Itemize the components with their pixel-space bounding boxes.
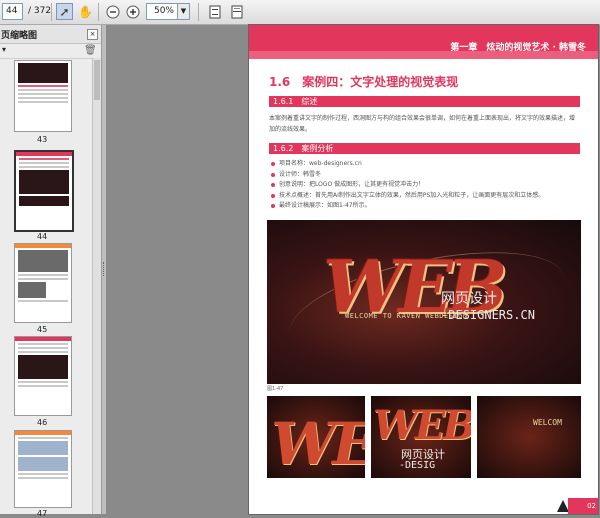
thumbnail-line: [18, 385, 68, 387]
thumbnail-page-47[interactable]: [14, 430, 72, 508]
thumbnail-line: [19, 162, 69, 164]
thumbnails-panel: 页缩略图 × ▾ 🗑 43 44 45 46 47: [0, 25, 102, 518]
hand-icon: ✋: [78, 4, 93, 19]
zoom-dropdown-button[interactable]: ▼: [178, 3, 190, 20]
thumbnail-line: [18, 351, 68, 353]
chevron-down-icon: ▼: [180, 7, 187, 15]
thumbnail-image: [18, 282, 46, 298]
thumbnail-label: 46: [37, 418, 48, 427]
bullet-list: 项目名称：web-designers.cn 设计师：韩雪冬 创意说明：把LOGO…: [271, 159, 571, 212]
thumbnail-line: [18, 437, 68, 439]
thumbnail-line: [18, 278, 68, 280]
detail-logo-text: WEB: [271, 410, 365, 478]
zoom-in-icon: [126, 5, 139, 18]
options-dropdown[interactable]: ▾: [2, 45, 6, 54]
list-item: 创意说明：把LOGO 做成图形，让其更有视觉冲击力！: [271, 180, 571, 191]
select-tool-button[interactable]: ➚: [56, 3, 73, 20]
subsection-heading: 1.6.2 案例分析: [269, 143, 580, 154]
trash-icon[interactable]: 🗑: [84, 45, 97, 56]
thumbnail-line: [18, 274, 68, 276]
thumbnail-image: [18, 250, 68, 272]
thumbnail-label: 44: [37, 232, 48, 241]
list-item: 技术点概述：首先用AI制作出文字立体的效果，然后用PS加入光和粒子，让画面更有层…: [271, 191, 571, 202]
page-number: 02: [568, 498, 598, 514]
splitter-grip-icon[interactable]: [103, 262, 106, 276]
fit-page-icon: [209, 5, 220, 18]
figure-caption: 图1-47: [267, 386, 284, 392]
page-number-input[interactable]: 44: [2, 3, 23, 20]
toolbar: 44 / 372 ➚ ✋ 50% ▼: [0, 0, 600, 25]
thumbnail-header: [15, 431, 71, 435]
chapter-title: 第一章 炫动的视觉艺术 · 韩雪冬: [450, 43, 586, 53]
toolbar-separator: [198, 3, 199, 21]
panel-toolbar: ▾ 🗑: [0, 44, 101, 59]
detail-image-1: WEB: [267, 396, 365, 478]
cursor-arrow-icon: ➚: [59, 4, 70, 19]
paragraph: 本案例着重讲文字的制作过程，西洞图方与构的组合效果会很单调，如何在着重上面表现出…: [269, 115, 576, 133]
hero-image: WEB 网页设计 -DESIGNERS.CN WELCOME TO KAVEN …: [267, 220, 581, 384]
list-item: 项目名称：web-designers.cn: [271, 159, 571, 170]
panel-title: 页缩略图: [1, 31, 38, 41]
list-item: 设计师：韩雪冬: [271, 170, 571, 181]
thumbnail-page-43[interactable]: [14, 60, 72, 132]
thumbnail-image: [18, 457, 68, 471]
thumbnail-page-45[interactable]: [14, 243, 72, 323]
thumbnail-image: [18, 355, 68, 379]
toolbar-separator: [51, 3, 52, 21]
subsection-heading: 1.6.1 综述: [269, 96, 580, 107]
thumbnail-line: [18, 97, 68, 99]
thumbnail-image: [18, 441, 68, 455]
close-panel-button[interactable]: ×: [87, 29, 98, 40]
thumbnail-page-46[interactable]: [14, 336, 72, 416]
zoom-in-button[interactable]: [124, 3, 141, 20]
panel-scrollbar[interactable]: [92, 58, 101, 514]
thumbnail-line: [18, 381, 68, 383]
detail-welcome-text: WELCOM: [533, 418, 562, 427]
thumbnail-image: [19, 170, 69, 194]
thumbnail-line: [18, 343, 68, 345]
toolbar-separator: [98, 3, 99, 21]
hero-welcome-text: WELCOME TO KAVEN WEBDESIGN: [345, 312, 468, 320]
thumbnail-line: [18, 89, 68, 91]
detail-image-3: WELCOM: [477, 396, 581, 478]
document-page: 第一章 炫动的视觉艺术 · 韩雪冬 1.6 案例四：文字处理的视觉表现 1.6.…: [249, 25, 598, 514]
detail-logo-text: WEB: [373, 402, 471, 449]
thumbnail-label: 45: [37, 325, 48, 334]
thumbnail-header: [15, 337, 71, 341]
thumbnail-header: [16, 152, 72, 156]
thumbnail-line: [18, 93, 68, 95]
thumbnail-image: [19, 196, 69, 206]
fit-width-button[interactable]: [228, 3, 245, 20]
zoom-out-button[interactable]: [104, 3, 121, 20]
fit-width-icon: [231, 5, 242, 18]
hero-chinese-text: 网页设计: [441, 291, 497, 307]
thumbnail-page-44[interactable]: [14, 150, 74, 232]
thumbnail-image: [18, 63, 68, 83]
thumbnail-header: [15, 244, 71, 248]
panel-header: 页缩略图 ×: [0, 25, 101, 44]
zoom-level-input[interactable]: 50%: [146, 3, 178, 20]
hand-tool-button[interactable]: ✋: [77, 3, 94, 20]
fit-page-button[interactable]: [206, 3, 223, 20]
zoom-out-icon: [106, 5, 119, 18]
page-header-banner: 第一章 炫动的视觉艺术 · 韩雪冬: [249, 25, 598, 59]
thumbnail-line: [18, 101, 68, 103]
thumbnail-line: [19, 158, 69, 160]
thumbnail-line: [18, 300, 68, 302]
detail-domain-text: -DESIG: [399, 460, 436, 471]
scrollbar-thumb[interactable]: [94, 60, 100, 100]
section-title: 1.6 案例四：文字处理的视觉表现: [269, 75, 459, 89]
list-item: 最终设计稿展示：如图1-47所示。: [271, 201, 571, 212]
thumbnail-line: [19, 166, 69, 168]
thumbnail-line: [18, 477, 68, 479]
detail-image-2: WEB 网页设计 -DESIG: [371, 396, 471, 478]
thumbnail-line: [18, 85, 68, 87]
page-total-label: / 372: [28, 6, 52, 16]
thumbnail-line: [18, 473, 68, 475]
thumbnail-line: [18, 347, 68, 349]
thumbnail-label: 43: [37, 135, 48, 144]
